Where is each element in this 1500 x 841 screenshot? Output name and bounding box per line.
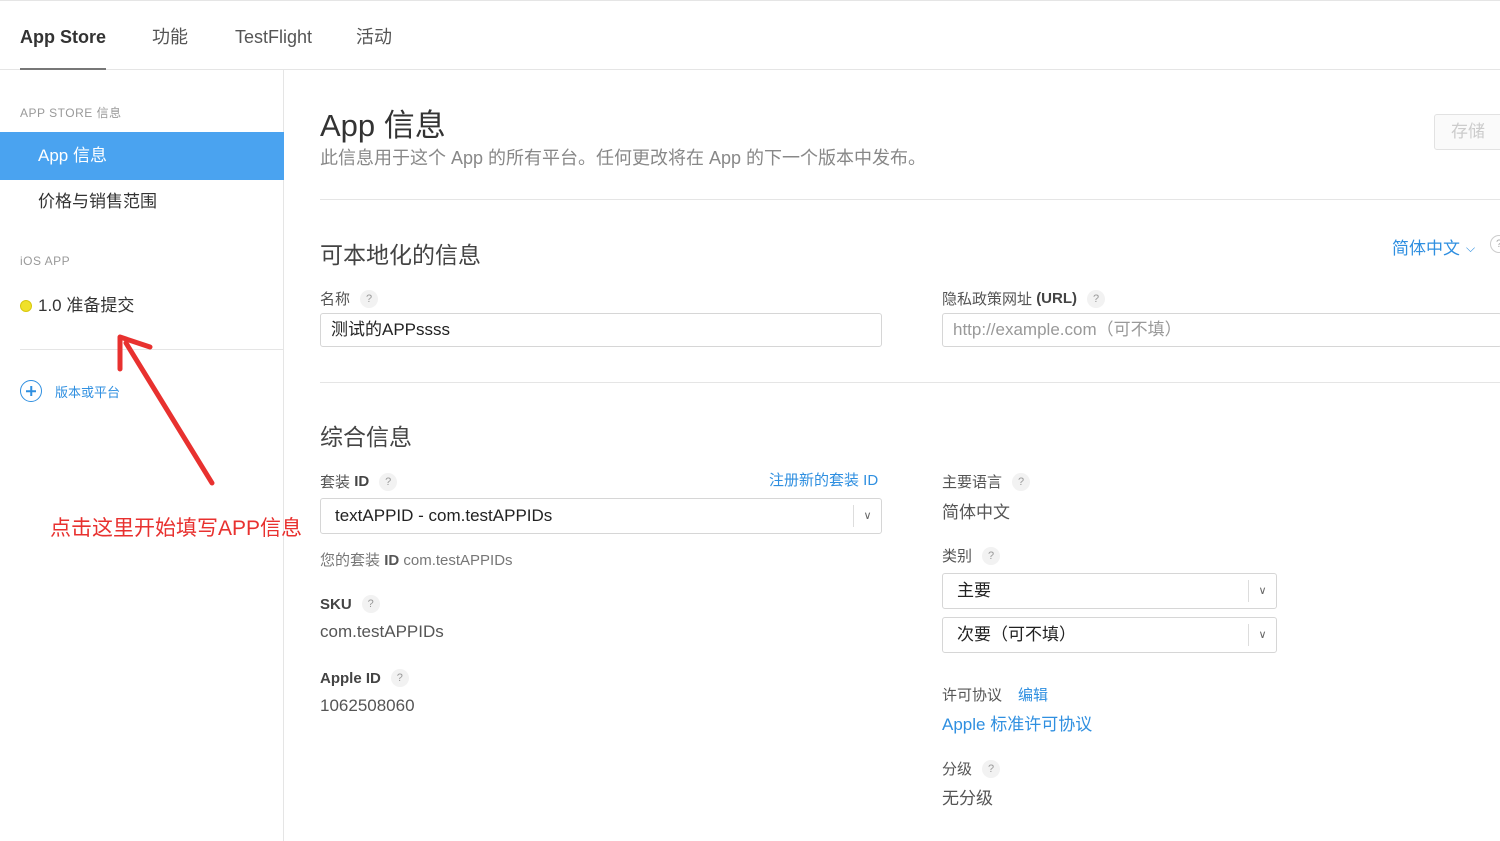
apple-id-label: Apple ID ? — [320, 669, 409, 687]
divider — [320, 199, 1500, 200]
category-label: 类别 ? — [942, 545, 1001, 566]
sidebar-item-pricing[interactable]: 价格与销售范围 — [0, 178, 284, 226]
primary-language-value: 简体中文 — [942, 503, 1010, 522]
primary-category-select[interactable]: 主要 ∨ — [942, 573, 1277, 609]
register-bundle-id-link[interactable]: 注册新的套装 ID — [769, 469, 878, 490]
localizable-section-title: 可本地化的信息 — [320, 242, 481, 268]
your-bundle-prefix: 您的套装 — [320, 552, 381, 569]
apple-id-value: 1062508060 — [320, 696, 415, 715]
annotation-text: 点击这里开始填写APP信息 — [50, 517, 303, 540]
help-icon[interactable]: ? — [982, 546, 1001, 565]
annotation-arrow-icon — [117, 334, 215, 486]
help-icon[interactable]: ? — [390, 669, 409, 687]
sidebar-heading-ios: iOS APP — [20, 254, 71, 268]
chevron-down-icon: ∨ — [853, 505, 881, 527]
rating-value: 无分级 — [942, 789, 993, 808]
privacy-url-label: 隐私政策网址 (URL) ? — [942, 288, 1106, 309]
secondary-category-select[interactable]: 次要（可不填） ∨ — [942, 617, 1277, 653]
tab-app-store[interactable]: App Store — [20, 1, 107, 70]
top-nav: App Store 功能 TestFlight 活动 — [0, 0, 1500, 70]
primary-language-label: 主要语言 ? — [942, 471, 1031, 492]
your-bundle-value: com.testAPPIDs — [403, 552, 513, 569]
rating-label-text: 分级 — [942, 761, 973, 778]
general-section-title: 综合信息 — [320, 424, 412, 450]
sidebar-item-app-info[interactable]: App 信息 — [0, 132, 284, 180]
plus-circle-icon — [20, 380, 42, 402]
sku-label-text: SKU — [320, 595, 352, 613]
name-label-text: 名称 — [320, 291, 351, 308]
license-label-text: 许可协议 — [942, 687, 1003, 704]
privacy-label-text: 隐私政策网址 — [942, 291, 1033, 308]
your-bundle-id-text: 您的套装 ID com.testAPPIDs — [320, 549, 513, 570]
tab-testflight[interactable]: TestFlight — [235, 1, 312, 70]
rating-label: 分级 ? — [942, 758, 1001, 779]
name-input[interactable]: 测试的APPssss — [320, 313, 882, 347]
license-value-link[interactable]: Apple 标准许可协议 — [942, 710, 1092, 735]
tab-features[interactable]: 功能 — [152, 1, 188, 70]
sku-value: com.testAPPIDs — [320, 622, 444, 641]
chevron-down-icon: ∨ — [1248, 580, 1276, 602]
save-button[interactable]: 存储 — [1434, 114, 1500, 150]
tab-activity[interactable]: 活动 — [356, 1, 392, 70]
category-label-text: 类别 — [942, 548, 973, 565]
privacy-url-input[interactable]: http://example.com（可不填） — [942, 313, 1500, 347]
bundle-id-select[interactable]: textAPPID - com.testAPPIDs ∨ — [320, 498, 882, 534]
bundle-id-label: 套装 ID ? — [320, 471, 398, 492]
chevron-down-icon: ∨ — [1248, 624, 1276, 646]
language-select-label: 简体中文 — [1392, 239, 1460, 258]
bundle-select-value: textAPPID - com.testAPPIDs — [335, 506, 553, 525]
sku-label: SKU ? — [320, 595, 380, 613]
help-icon[interactable]: ? — [1087, 289, 1106, 308]
page-title: App 信息 — [320, 108, 446, 143]
language-help-icon[interactable]: ? — [1490, 235, 1500, 253]
divider — [320, 382, 1500, 383]
help-icon[interactable]: ? — [379, 472, 398, 491]
primary-language-label-text: 主要语言 — [942, 474, 1003, 491]
sidebar-item-version[interactable]: 1.0 准备提交 — [0, 282, 284, 330]
help-icon[interactable]: ? — [1012, 472, 1031, 491]
page-subtitle: 此信息用于这个 App 的所有平台。任何更改将在 App 的下一个版本中发布。 — [320, 148, 927, 168]
secondary-category-value: 次要（可不填） — [957, 625, 1076, 644]
sidebar-heading-store: APP STORE 信息 — [20, 106, 122, 120]
chevron-down-icon: ⌵ — [1466, 241, 1476, 255]
your-bundle-bold: ID — [384, 552, 400, 569]
license-edit-link[interactable]: 编辑 — [1018, 684, 1048, 705]
help-icon[interactable]: ? — [360, 289, 379, 308]
help-icon[interactable]: ? — [361, 595, 380, 613]
bundle-label-text: 套装 — [320, 474, 351, 491]
language-select[interactable]: 简体中文 ⌵ — [1392, 234, 1475, 259]
privacy-label-bold: (URL) — [1036, 290, 1078, 307]
name-label: 名称 ? — [320, 288, 379, 309]
license-label: 许可协议 — [942, 684, 1002, 705]
bundle-label-bold: ID — [354, 473, 370, 490]
help-icon[interactable]: ? — [982, 759, 1001, 778]
apple-id-label-text: Apple ID — [320, 669, 381, 687]
main-content: App 信息 此信息用于这个 App 的所有平台。任何更改将在 App 的下一个… — [284, 70, 1500, 841]
primary-category-value: 主要 — [957, 581, 991, 600]
